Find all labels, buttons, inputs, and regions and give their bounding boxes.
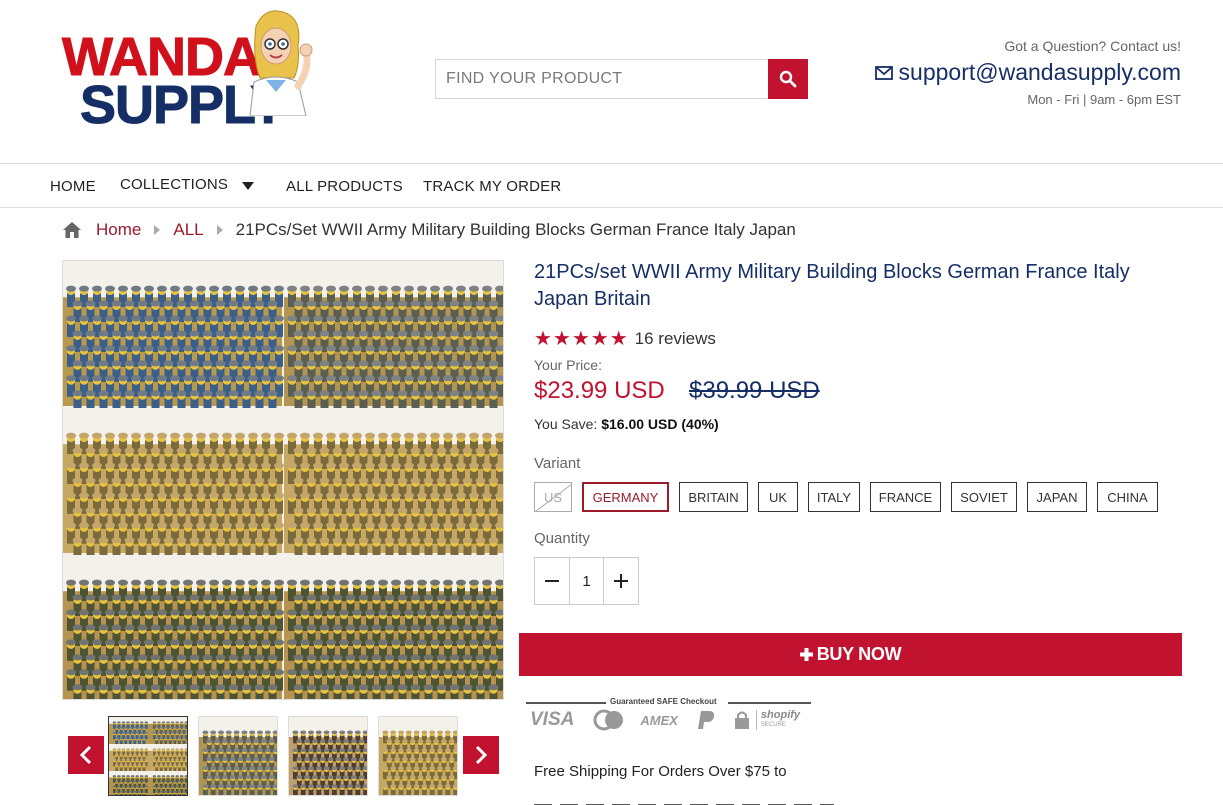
star-rating-icon: ★★★★★: [534, 328, 629, 350]
thumbnail-prev-button[interactable]: [68, 736, 104, 774]
nav-item-all-products[interactable]: ALL PRODUCTS: [286, 178, 403, 195]
mascot-illustration: [249, 10, 313, 116]
search-input[interactable]: [435, 59, 769, 99]
buy-now-button[interactable]: BUY NOW: [519, 633, 1182, 676]
payment-logos: VISA AMEX shopify SECURE: [530, 709, 800, 731]
breadcrumb-home[interactable]: Home: [96, 220, 141, 240]
search-button[interactable]: [768, 59, 808, 99]
lock-icon: [734, 711, 749, 729]
quantity-input[interactable]: 1: [569, 558, 604, 604]
breadcrumb-all[interactable]: ALL: [173, 220, 203, 240]
chevron-right-icon: [475, 745, 488, 765]
thumbnail-image: [289, 717, 367, 795]
variant-label: Variant: [534, 455, 581, 472]
buy-now-label: BUY NOW: [816, 644, 902, 664]
safe-checkout-badge: Guaranteed SAFE Checkout VISA AMEX shopi…: [526, 697, 811, 739]
variant-option-italy[interactable]: ITALY: [808, 482, 860, 512]
divider: [728, 702, 811, 704]
plus-icon: [799, 648, 813, 661]
thumbnail-image: [109, 717, 187, 795]
paypal-icon: [697, 711, 715, 729]
product-title: 21PCs/set WWII Army Military Building Bl…: [534, 261, 1130, 310]
home-icon[interactable]: [62, 221, 82, 239]
site-logo[interactable]: WANDA SUPPLY: [58, 6, 318, 136]
variant-option-soviet[interactable]: SOVIET: [951, 482, 1017, 512]
nav-item-home[interactable]: HOME: [50, 178, 96, 195]
plus-icon: [614, 574, 628, 588]
breadcrumb-current: 21PCs/Set WWII Army Military Building Bl…: [235, 220, 796, 239]
search-icon: [779, 70, 797, 88]
product-photo: [63, 261, 503, 699]
compare-price: $39.99 USD: [689, 377, 820, 404]
contact-question: Got a Question? Contact us!: [1004, 38, 1181, 54]
breadcrumb: Home ALL 21PCs/Set WWII Army Military Bu…: [62, 220, 796, 240]
product-main-image[interactable]: [62, 260, 504, 700]
savings-value: $16.00 USD (40%): [601, 416, 719, 432]
breadcrumb-separator-icon: [216, 225, 223, 235]
thumbnail-strip: [68, 714, 499, 798]
savings: You Save: $16.00 USD (40%): [534, 416, 719, 432]
savings-label: You Save:: [534, 416, 598, 432]
chevron-down-icon[interactable]: [242, 182, 254, 190]
quantity-increase-button[interactable]: [604, 558, 638, 604]
contact-email: support@wandasupply.com: [898, 59, 1181, 85]
product-rating[interactable]: ★★★★★ 16 reviews: [534, 326, 716, 351]
quantity-label: Quantity: [534, 530, 590, 547]
price-label: Your Price:: [534, 357, 602, 373]
breadcrumb-separator-icon: [154, 225, 161, 235]
safe-checkout-caption: Guaranteed SAFE Checkout: [610, 697, 717, 706]
variant-option-uk[interactable]: UK: [758, 482, 798, 512]
quantity-decrease-button[interactable]: [535, 558, 569, 604]
shipping-info: Free Shipping For Orders Over $75 to: [534, 763, 787, 780]
thumbnail-2[interactable]: [198, 716, 278, 796]
variant-option-japan[interactable]: JAPAN: [1027, 482, 1087, 512]
chevron-left-icon: [79, 745, 92, 765]
contact-info: Got a Question? Contact us! support@wand…: [874, 38, 1181, 107]
variant-option-china[interactable]: CHINA: [1097, 482, 1158, 512]
envelope-icon: [874, 65, 893, 80]
shopify-secure-logo: shopify SECURE: [755, 710, 800, 730]
variant-option-germany[interactable]: GERMANY: [582, 482, 669, 512]
thumbnail-image: [379, 717, 457, 795]
thumbnail-4[interactable]: [378, 716, 458, 796]
variant-option-us[interactable]: US: [534, 482, 572, 512]
thumbnail-1[interactable]: [108, 716, 188, 796]
divider: [526, 702, 606, 704]
variant-option-france[interactable]: FRANCE: [870, 482, 941, 512]
variant-option-britain[interactable]: BRITAIN: [679, 482, 748, 512]
thumbnail-image: [199, 717, 277, 795]
main-nav: HOME COLLECTIONS ALL PRODUCTS TRACK MY O…: [0, 163, 1223, 208]
minus-icon: [545, 580, 559, 582]
thumbnail-next-button[interactable]: [463, 736, 499, 774]
mastercard-icon: [593, 709, 624, 731]
visa-logo: VISA: [530, 709, 575, 730]
contact-email-link[interactable]: support@wandasupply.com: [874, 59, 1181, 86]
search-bar: [435, 59, 808, 99]
site-header: WANDA SUPPLY Got a Question? Contact us!: [0, 0, 1223, 163]
shipping-info-continued: [534, 796, 834, 805]
quantity-stepper: 1: [534, 557, 639, 605]
amex-logo: AMEX: [640, 712, 678, 728]
review-count: 16 reviews: [634, 328, 716, 348]
nav-item-collections[interactable]: COLLECTIONS: [120, 176, 228, 193]
contact-hours: Mon - Fri | 9am - 6pm EST: [1027, 92, 1181, 107]
nav-item-track-my-order[interactable]: TRACK MY ORDER: [423, 178, 561, 195]
thumbnail-3[interactable]: [288, 716, 368, 796]
sale-price: $23.99 USD: [534, 377, 665, 404]
